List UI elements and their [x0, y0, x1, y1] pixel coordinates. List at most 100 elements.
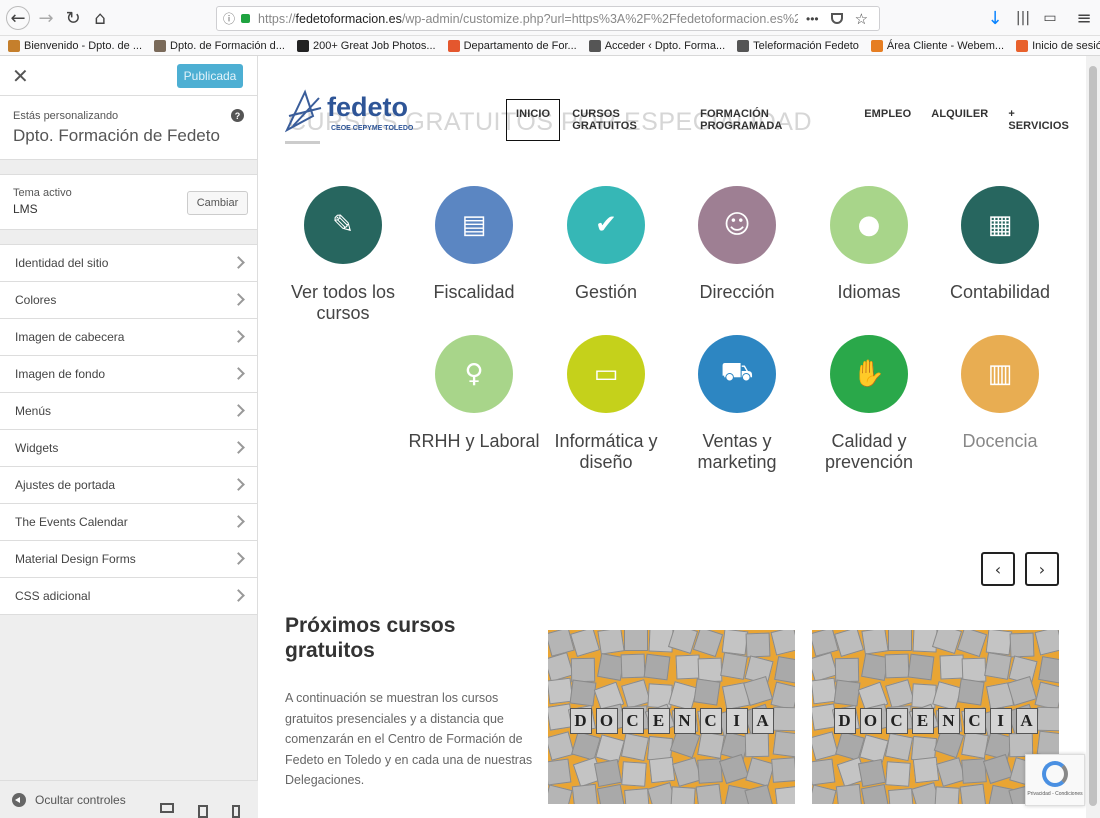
id-card-icon: ▤ [435, 186, 513, 264]
bookmark-label: Inicio de sesión de cPa... [1032, 39, 1100, 52]
image-word: DOCENCIA [812, 708, 1059, 734]
sidebar-item-8[interactable]: Material Design Forms [0, 541, 257, 578]
bookmark-item[interactable]: Acceder ‹ Dpto. Forma... [588, 39, 726, 52]
hand-icon: ✋ [830, 335, 908, 413]
bookmark-item[interactable]: Bienvenido - Dpto. de ... [8, 39, 142, 52]
category-9[interactable]: ✋ Calidad y prevención [803, 335, 935, 473]
forward-icon[interactable]: → [34, 6, 58, 30]
nav-item-4[interactable]: ALQUILER [923, 99, 996, 141]
back-icon[interactable]: ← [6, 6, 30, 30]
wood-tile [885, 761, 911, 788]
customizer-footer: Ocultar controles [0, 780, 258, 818]
reload-icon[interactable]: ↻ [61, 6, 85, 30]
bookmark-favicon-icon [447, 39, 460, 52]
recaptcha-badge[interactable]: Privacidad - Condiciones [1025, 754, 1085, 806]
wood-tile [670, 786, 696, 804]
category-8[interactable]: ⛟ Ventas y marketing [671, 335, 803, 473]
wood-tile [931, 680, 962, 711]
wood-tile [643, 654, 671, 681]
category-1[interactable]: ▤ Fiscalidad [408, 186, 540, 303]
category-4[interactable]: ● Idiomas [803, 186, 935, 303]
bookmark-item[interactable]: Departamento de For... [447, 39, 577, 52]
sidebar-item-4[interactable]: Menús [0, 393, 257, 430]
collapse-icon[interactable] [12, 792, 26, 807]
bookmark-star-icon[interactable]: ☆ [855, 10, 868, 28]
wood-tile [697, 731, 725, 760]
wood-tile [858, 734, 889, 764]
close-icon[interactable]: ✕ [12, 64, 29, 88]
bookmark-label: 200+ Great Job Photos... [312, 39, 436, 52]
category-0[interactable]: ✎ Ver todos los cursos [277, 186, 409, 324]
category-3[interactable]: ☺ Dirección [671, 186, 803, 303]
chevron-right-icon [232, 330, 245, 343]
sidebar-item-7[interactable]: The Events Calendar [0, 504, 257, 541]
sidebar-item-0[interactable]: Identidad del sitio [0, 245, 257, 282]
nav-item-1[interactable]: CURSOS GRATUITOS [564, 99, 688, 141]
publish-button[interactable]: Publicada [177, 64, 243, 88]
wood-tile [692, 630, 723, 657]
url-text[interactable]: https://fedetoformacion.es/wp-admin/cust… [258, 12, 798, 26]
letter-tile: N [937, 708, 960, 734]
category-2[interactable]: ✔ Gestión [540, 186, 672, 303]
customizer-sidebar: ✕ Publicada Estás personalizando Dpto. F… [0, 56, 258, 818]
sidebar-item-6[interactable]: Ajustes de portada [0, 467, 257, 504]
sidebar-item-9[interactable]: CSS adicional [0, 578, 257, 615]
bookmark-item[interactable]: Inicio de sesión de cPa... [1016, 39, 1100, 52]
wood-tile [623, 630, 648, 652]
next-arrow-icon[interactable]: › [1025, 552, 1059, 586]
fedeto-logo[interactable]: fedeto CEOE CEPYME TOLEDO [285, 86, 445, 134]
nav-item-3[interactable]: EMPLEO [856, 99, 919, 141]
letter-tile: D [833, 708, 856, 734]
calculator-icon: ▦ [961, 186, 1039, 264]
nav-item-5[interactable]: + SERVICIOS [1000, 99, 1082, 141]
page-scrollbar[interactable] [1086, 56, 1100, 818]
nav-item-0[interactable]: INICIO [506, 99, 561, 141]
bookmarks-bar: Bienvenido - Dpto. de ... Dpto. de Formac… [0, 36, 1100, 56]
sidebar-item-3[interactable]: Imagen de fondo [0, 356, 257, 393]
category-10[interactable]: ▥ Docencia [934, 335, 1066, 452]
edit-icon: ✎ [304, 186, 382, 264]
mobile-preview-icon[interactable] [232, 805, 240, 818]
download-icon[interactable]: ↓ [983, 6, 1007, 30]
wood-tile [569, 679, 597, 707]
site-navigation: INICIO CURSOS GRATUITOS FORMACIÓN PROGRAMA… [506, 99, 1086, 141]
wood-tile [983, 652, 1012, 681]
wood-tile [961, 731, 989, 760]
prev-arrow-icon[interactable]: ‹ [981, 552, 1015, 586]
letter-tile: D [569, 708, 592, 734]
sidebar-item-1[interactable]: Colores [0, 282, 257, 319]
bookmark-item[interactable]: Dpto. de Formación d... [154, 39, 285, 52]
nav-item-2[interactable]: FORMACIÓN PROGRAMADA [692, 99, 852, 141]
info-icon[interactable]: ⓘ [223, 10, 235, 27]
category-7[interactable]: ▭ Informática y diseño [540, 335, 672, 473]
sidebar-item-label: The Events Calendar [15, 515, 128, 529]
hamburger-menu-icon[interactable]: ≡ [1072, 6, 1096, 30]
page-actions-icon[interactable]: ••• [806, 12, 819, 26]
desktop-preview-icon[interactable] [160, 803, 174, 813]
bookmark-label: Acceder ‹ Dpto. Forma... [604, 39, 726, 52]
bookmark-item[interactable]: 200+ Great Job Photos... [296, 39, 436, 52]
bookmark-item[interactable]: Área Cliente - Webem... [870, 39, 1004, 52]
scrollbar-thumb[interactable] [1089, 66, 1097, 806]
course-image-2[interactable]: DOCENCIA [812, 630, 1059, 804]
category-5[interactable]: ▦ Contabilidad [934, 186, 1066, 303]
sidebar-item-5[interactable]: Widgets [0, 430, 257, 467]
category-6[interactable]: ♀ RRHH y Laboral [408, 335, 540, 452]
wood-tile [774, 785, 795, 804]
change-theme-button[interactable]: Cambiar [187, 191, 248, 215]
bookmark-item[interactable]: Teleformación Fedeto [737, 39, 859, 52]
wood-tile [912, 756, 940, 784]
wood-tile [569, 630, 600, 657]
help-icon[interactable]: ? [231, 109, 244, 122]
url-bar[interactable]: ⓘ https://fedetoformacion.es/wp-admin/cu… [216, 6, 880, 31]
sidebar-toggle-icon[interactable]: ▭ [1038, 6, 1062, 30]
tablet-preview-icon[interactable] [198, 805, 208, 818]
category-label: Ventas y marketing [697, 431, 777, 472]
sidebar-item-2[interactable]: Imagen de cabecera [0, 319, 257, 356]
pocket-icon[interactable] [830, 13, 843, 24]
wood-tile [812, 758, 836, 786]
library-icon[interactable]: ||| [1011, 6, 1035, 30]
home-icon[interactable]: ⌂ [88, 6, 112, 30]
course-image-1[interactable]: DOCENCIA [548, 630, 795, 804]
hide-controls-button[interactable]: Ocultar controles [35, 793, 126, 807]
